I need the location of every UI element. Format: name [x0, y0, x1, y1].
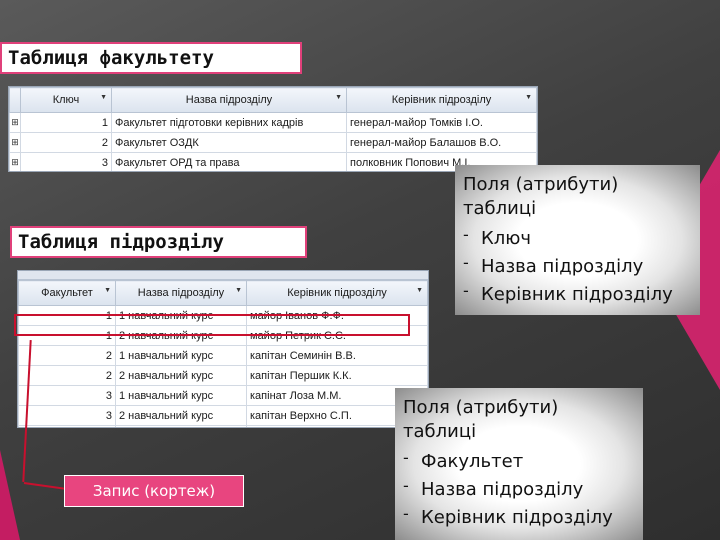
list-item: Керівник підрозділу: [403, 500, 635, 532]
table-cell-name[interactable]: 1 навчальний курс: [115, 385, 247, 406]
table-row[interactable]: 3 2 навчальний курс капітан Верхно С.П.: [18, 405, 428, 426]
table-row[interactable]: 2 1 навчальний курс капітан Семинін В.В.: [18, 345, 428, 366]
faculty-fields-callout: Поля (атрибути) таблиці Ключ Назва підро…: [455, 165, 700, 315]
chevron-down-icon[interactable]: ▼: [335, 94, 342, 101]
list-item: Назва підрозділу: [403, 472, 635, 504]
callout-title-line1: Поля (атрибути): [403, 397, 559, 418]
faculty-table: Ключ ▼ Назва підрозділу ▼ Керівник підрозд…: [8, 86, 538, 172]
department-table: Факультет ▼ Назва підрозділу ▼ Керівник пі…: [17, 270, 429, 428]
record-label: Запис (кортеж): [64, 475, 244, 507]
table-row[interactable]: 2 2 навчальний курс капітан Першик К.К.: [18, 365, 428, 386]
table-cell-head[interactable]: капітан Семинін В.В.: [246, 345, 428, 366]
table-cell-name[interactable]: Факультет ОРД та права: [111, 152, 347, 171]
callout-title-line2: таблиці: [463, 198, 537, 219]
table-cell-key[interactable]: 2: [20, 132, 112, 153]
table-row[interactable]: 3 1 навчальний курс капінат Лоза М.М.: [18, 385, 428, 406]
list-item: Назва підрозділу: [463, 249, 692, 281]
column-header-name[interactable]: Назва підрозділу ▼: [111, 87, 347, 113]
column-header-key[interactable]: Ключ ▼: [20, 87, 112, 113]
chevron-down-icon[interactable]: ▼: [100, 94, 107, 101]
table-row[interactable]: ⊞ 2 Факультет ОЗДК генерал-майор Балашов…: [9, 132, 537, 153]
chevron-down-icon[interactable]: ▼: [104, 287, 111, 294]
list-item: Факультет: [403, 444, 635, 476]
list-item: Ключ: [463, 221, 692, 253]
column-header-head[interactable]: Керівник підрозділу ▼: [246, 280, 428, 306]
table-cell-faculty[interactable]: 3: [18, 405, 116, 426]
table-cell-name[interactable]: Факультет підготовки керівних кадрів: [111, 112, 347, 133]
chevron-down-icon[interactable]: ▼: [416, 287, 423, 294]
callout-title-line2: таблиці: [403, 421, 477, 442]
chevron-down-icon[interactable]: ▼: [235, 287, 242, 294]
table-cell-faculty[interactable]: 3: [18, 385, 116, 406]
table-cell-name[interactable]: 2 навчальний курс: [115, 365, 247, 386]
table-cell-head[interactable]: капітан Першик К.К.: [246, 365, 428, 386]
faculty-table-title: Таблиця факультету: [0, 42, 302, 74]
table-cell-faculty[interactable]: 2: [18, 365, 116, 386]
table-row[interactable]: ⊞ 1 Факультет підготовки керівних кадрів…: [9, 112, 537, 133]
column-header-head[interactable]: Керівник підрозділу ▼: [346, 87, 537, 113]
record-highlight-box: [14, 314, 410, 336]
table-cell-name[interactable]: 1 навчальний курс: [115, 345, 247, 366]
expand-column-header: [9, 87, 21, 113]
table-cell-key[interactable]: 1: [20, 112, 112, 133]
expand-plus-icon[interactable]: ⊞: [9, 112, 21, 133]
table-cell-head[interactable]: генерал-майор Балашов В.О.: [346, 132, 537, 153]
table-cell-name[interactable]: Факультет ОЗДК: [111, 132, 347, 153]
column-header-faculty[interactable]: Факультет ▼: [18, 280, 116, 306]
decorative-pink-corner: [0, 450, 20, 540]
table-cell-key[interactable]: 3: [20, 152, 112, 171]
chevron-down-icon[interactable]: ▼: [525, 94, 532, 101]
callout-title-line1: Поля (атрибути): [463, 174, 619, 195]
column-header-name[interactable]: Назва підрозділу ▼: [115, 280, 247, 306]
expand-plus-icon[interactable]: ⊞: [9, 132, 21, 153]
department-fields-callout: Поля (атрибути) таблиці Факультет Назва …: [395, 388, 643, 540]
table-cell-faculty[interactable]: 2: [18, 345, 116, 366]
table-cell-head[interactable]: генерал-майор Томків І.О.: [346, 112, 537, 133]
expand-plus-icon[interactable]: ⊞: [9, 152, 21, 171]
table-cell-name[interactable]: 2 навчальний курс: [115, 405, 247, 426]
department-table-title: Таблиця підрозділу: [10, 226, 307, 258]
list-item: Керівник підрозділу: [463, 277, 692, 309]
ribbon-strip: [18, 271, 428, 280]
table-row-empty[interactable]: [18, 425, 428, 427]
